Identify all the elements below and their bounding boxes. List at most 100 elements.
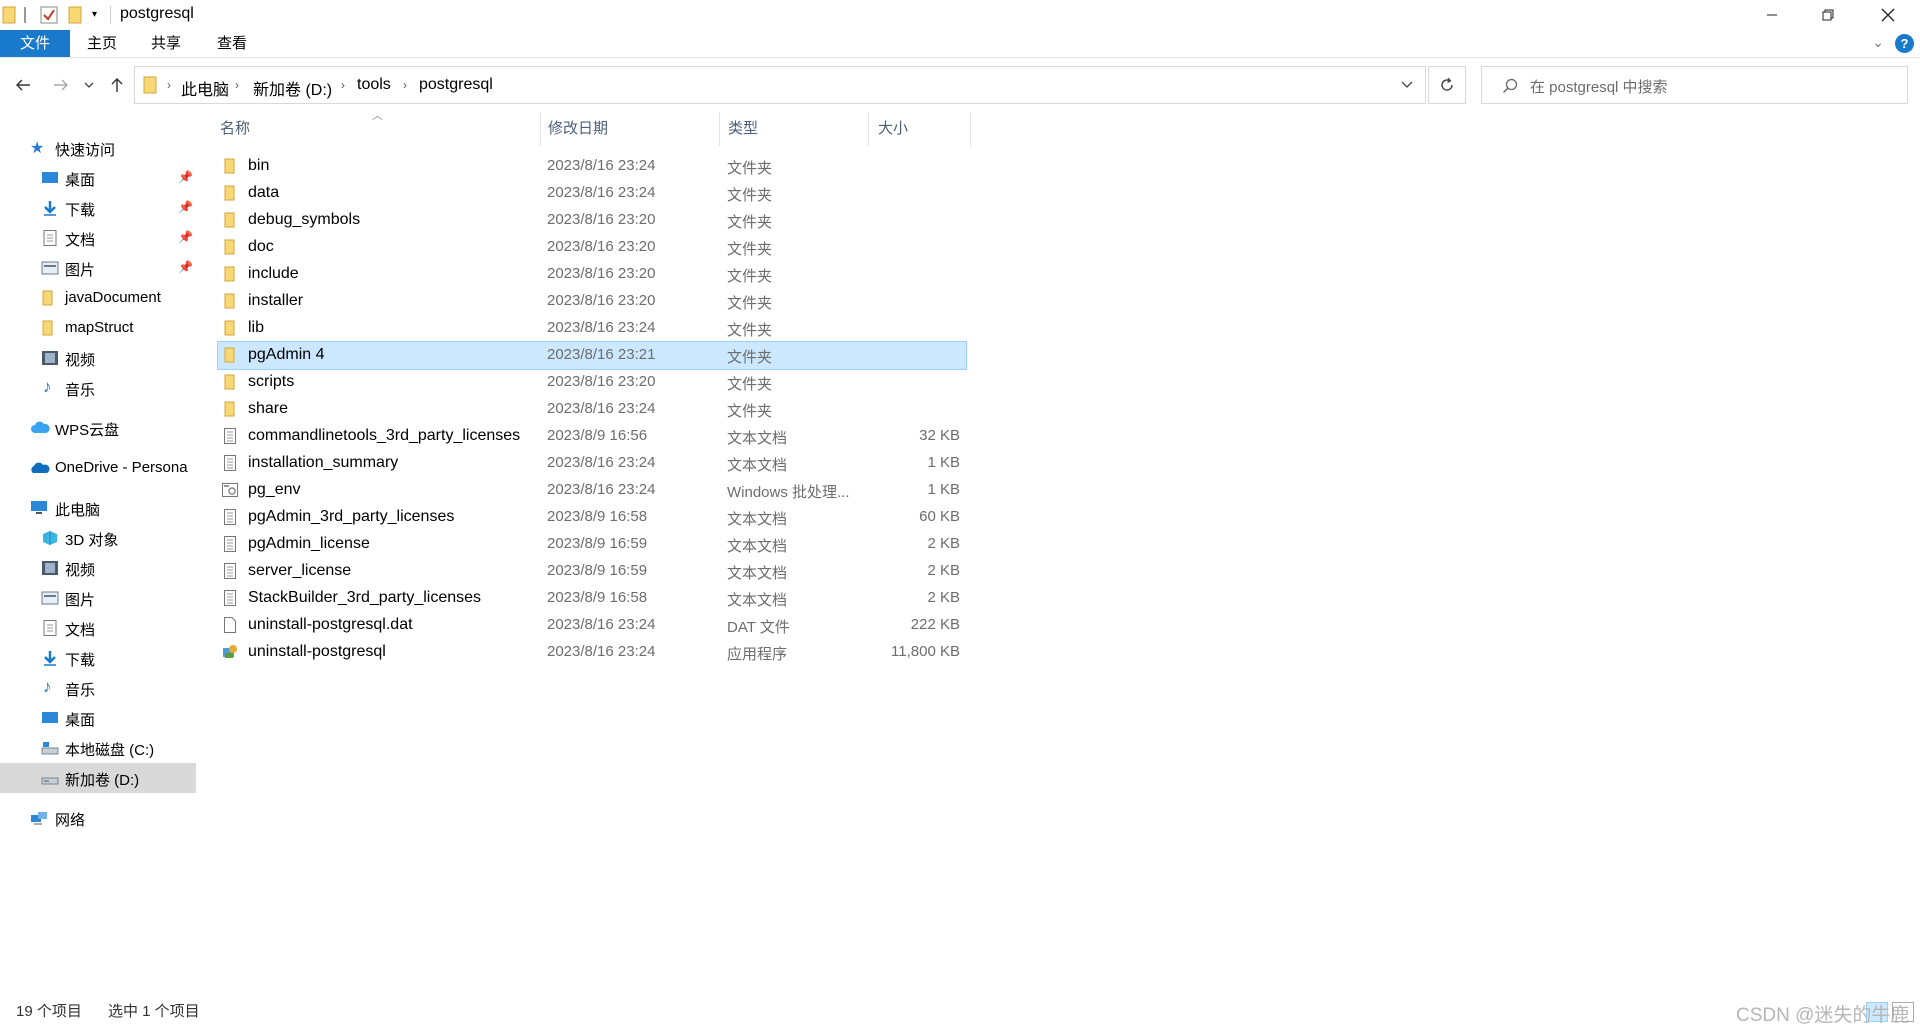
column-header-date[interactable]: 修改日期 [548,112,718,146]
sidebar-item-3d-objects[interactable]: 3D 对象 [0,523,196,553]
breadcrumb-tools[interactable]: tools [357,76,391,94]
sidebar-item-javadocument[interactable]: javaDocument [0,283,196,313]
sidebar-item-this-pc[interactable]: 此电脑 [0,493,196,523]
chevron-right-icon[interactable]: › [341,78,345,92]
file-row[interactable]: share 2023/8/16 23:24 文件夹 [218,396,966,423]
pin-icon[interactable]: 📌 [178,200,193,214]
file-name: commandlinetools_3rd_party_licenses [248,427,521,444]
column-divider[interactable] [540,112,541,146]
sidebar-item-drive-d[interactable]: 新加卷 (D:) [0,763,196,793]
column-divider[interactable] [719,112,720,146]
sidebar-item-label: mapStruct [65,319,134,336]
sidebar-item-drive-c[interactable]: 本地磁盘 (C:) [0,733,196,763]
properties-icon[interactable] [40,6,58,24]
sidebar-item-onedrive[interactable]: OneDrive - Persona [0,453,196,483]
file-type: 文件夹 [727,376,773,393]
file-row[interactable]: pgAdmin_license 2023/8/9 16:59 文本文档 2 KB [218,531,966,558]
chevron-right-icon[interactable]: › [403,78,407,92]
tab-share[interactable]: 共享 [136,30,196,57]
file-row[interactable]: uninstall-postgresql 2023/8/16 23:24 应用程序 1… [218,639,966,666]
folder-icon [222,320,238,336]
sidebar-item-label: 此电脑 [55,502,101,519]
sidebar-item-desktop-pc[interactable]: 桌面 [0,703,196,733]
sidebar-item-downloads-pc[interactable]: 下载 [0,643,196,673]
sidebar-item-documents-pc[interactable]: 文档 [0,613,196,643]
file-row[interactable]: installation_summary 2023/8/16 23:24 文本文档 1… [218,450,966,477]
file-row[interactable]: installer 2023/8/16 23:20 文件夹 [218,288,966,315]
column-divider[interactable] [868,112,869,146]
sidebar-item-desktop-pinned[interactable]: 桌面 📌 [0,163,196,193]
minimize-button[interactable] [1744,0,1800,30]
sidebar-item-label: 文档 [65,622,96,639]
file-type: DAT 文件 [727,619,790,636]
file-type: 文本文档 [727,511,788,528]
minimize-icon [1767,14,1777,16]
expand-ribbon-icon[interactable]: ⌄ [1872,34,1884,51]
file-row[interactable]: StackBuilder_3rd_party_licenses 2023/8/9 … [218,585,966,612]
file-name: uninstall-postgresql [248,643,386,660]
column-header-size[interactable]: 大小 [878,112,958,146]
pin-icon[interactable]: 📌 [178,260,193,274]
sidebar-item-mapstruct[interactable]: mapStruct [0,313,196,343]
pin-icon[interactable]: 📌 [178,170,193,184]
pin-icon[interactable]: 📌 [178,230,193,244]
file-row[interactable]: scripts 2023/8/16 23:20 文件夹 [218,369,966,396]
file-row[interactable]: debug_symbols 2023/8/16 23:20 文件夹 [218,207,966,234]
column-header-type[interactable]: 类型 [728,112,868,146]
sidebar-item-videos-pc[interactable]: 视频 [0,553,196,583]
sidebar-item-downloads-pinned[interactable]: 下载 📌 [0,193,196,223]
file-row[interactable]: lib 2023/8/16 23:24 文件夹 [218,315,966,342]
sidebar-item-music[interactable]: ♪ 音乐 [0,373,196,403]
restore-button[interactable] [1800,0,1856,30]
sidebar-item-network[interactable]: 网络 [0,803,196,833]
file-row[interactable]: commandlinetools_3rd_party_licenses 2023/… [218,423,966,450]
file-row[interactable]: doc 2023/8/16 23:20 文件夹 [218,234,966,261]
application-icon [222,644,238,660]
file-name: share [248,400,289,417]
chevron-right-icon[interactable]: › [235,78,239,92]
folder-icon [2,6,16,24]
sidebar-item-label: 音乐 [65,382,96,399]
address-bar[interactable]: › 此电脑 › 新加卷 (D:) › tools › postgresql [134,66,1426,104]
file-row[interactable]: uninstall-postgresql.dat 2023/8/16 23:24 D… [218,612,966,639]
sidebar-item-pictures-pc[interactable]: 图片 [0,583,196,613]
file-size: 1 KB [927,454,960,471]
sidebar-item-music-pc[interactable]: ♪ 音乐 [0,673,196,703]
sidebar-item-videos[interactable]: 视频 [0,343,196,373]
file-row[interactable]: pgAdmin 4 2023/8/16 23:21 文件夹 [217,341,967,370]
sidebar-item-pictures-pinned[interactable]: 图片 📌 [0,253,196,283]
chevron-right-icon[interactable]: › [167,78,171,92]
breadcrumb-drive-d[interactable]: 新加卷 (D:) [253,76,332,100]
drive-icon [41,770,59,786]
column-header-name[interactable]: 名称 [220,112,550,146]
tab-view[interactable]: 查看 [200,30,264,57]
file-row[interactable]: data 2023/8/16 23:24 文件夹 [218,180,966,207]
folder-icon [222,212,238,228]
tab-file[interactable]: 文件 [0,30,70,57]
sidebar-item-documents-pinned[interactable]: 文档 📌 [0,223,196,253]
address-history-button[interactable] [1401,80,1413,90]
sidebar-item-wps-cloud[interactable]: WPS云盘 [0,413,196,443]
file-row[interactable]: pgAdmin_3rd_party_licenses 2023/8/9 16:58… [218,504,966,531]
refresh-button[interactable] [1428,66,1466,104]
help-icon[interactable]: ? [1895,34,1914,53]
breadcrumb-this-pc[interactable]: 此电脑 [181,76,229,100]
tab-home[interactable]: 主页 [72,30,132,57]
file-row[interactable]: include 2023/8/16 23:20 文件夹 [218,261,966,288]
breadcrumb-postgresql[interactable]: postgresql [419,76,493,94]
file-name: pgAdmin_license [248,535,370,552]
search-box[interactable]: 在 postgresql 中搜索 [1481,66,1908,104]
close-button[interactable] [1860,0,1916,30]
file-row[interactable]: server_license 2023/8/9 16:59 文本文档 2 KB [218,558,966,585]
sidebar-item-quick-access[interactable]: ★ 快速访问 [0,133,196,163]
customize-toolbar-icon[interactable]: ▾ [92,9,97,27]
new-folder-icon[interactable] [68,6,82,24]
forward-button[interactable] [50,74,72,96]
file-row[interactable]: bin 2023/8/16 23:24 文件夹 [218,153,966,180]
column-divider[interactable] [970,112,971,146]
recent-locations-button[interactable] [82,74,96,96]
file-type: 文件夹 [727,214,773,231]
up-button[interactable] [106,74,128,96]
file-row[interactable]: pg_env 2023/8/16 23:24 Windows 批处理... 1 KB [218,477,966,504]
back-button[interactable] [12,74,34,96]
